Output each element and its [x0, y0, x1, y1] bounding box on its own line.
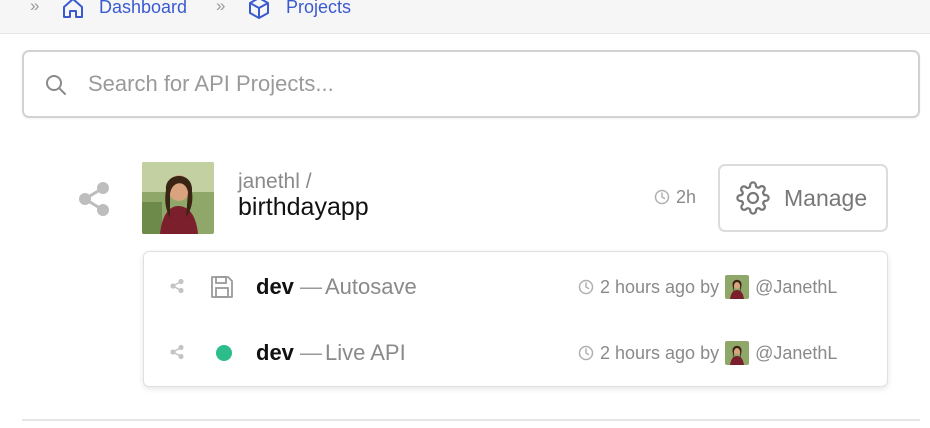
version-env: dev [256, 274, 294, 299]
version-env: dev [256, 340, 294, 365]
version-time: 2 hours ago by [600, 276, 720, 297]
version-dash: — [300, 340, 322, 365]
breadcrumb-projects-link[interactable]: Projects [286, 0, 351, 18]
version-meta: 2 hours ago by @JanethL [578, 341, 837, 365]
breadcrumb-separator: » [30, 0, 40, 15]
share-icon[interactable] [168, 277, 186, 295]
clock-icon [654, 189, 670, 205]
manage-button[interactable]: Manage [718, 164, 888, 232]
live-status-dot [216, 345, 232, 361]
clock-icon [578, 345, 594, 361]
owner-avatar[interactable] [142, 162, 214, 234]
version-time: 2 hours ago by [600, 342, 720, 363]
version-row-autosave[interactable]: dev — Autosave 2 hours ago by @JanethL [144, 252, 887, 318]
version-user-link[interactable]: @JanethL [755, 343, 837, 364]
share-icon[interactable] [76, 180, 112, 218]
project-updated: 2h [654, 186, 696, 208]
version-meta: 2 hours ago by @JanethL [578, 275, 837, 299]
breadcrumb: » Dashboard » Projects [0, 0, 930, 34]
version-row-live[interactable]: dev — Live API 2 hours ago by @JanethL [144, 318, 887, 384]
search-input[interactable] [88, 66, 888, 102]
version-kind: Live API [325, 340, 406, 365]
save-icon [211, 276, 233, 298]
divider [22, 419, 920, 421]
version-dash: — [300, 274, 322, 299]
version-user-link[interactable]: @JanethL [755, 277, 837, 298]
project-owner[interactable]: janethl / [238, 170, 312, 194]
gear-icon [736, 181, 770, 215]
project-versions-list: dev — Autosave 2 hours ago by @JanethL d… [143, 251, 888, 387]
version-kind: Autosave [325, 274, 417, 299]
project-updated-time: 2h [676, 186, 697, 207]
cube-icon [249, 0, 269, 19]
user-avatar[interactable] [725, 275, 750, 299]
project-name[interactable]: birthdayapp [238, 193, 369, 222]
share-icon[interactable] [168, 343, 186, 361]
manage-button-label: Manage [784, 184, 868, 211]
breadcrumb-dashboard-link[interactable]: Dashboard [99, 0, 187, 18]
clock-icon [578, 279, 594, 295]
search-box[interactable] [22, 50, 920, 118]
home-icon [63, 0, 83, 18]
search-icon [46, 75, 66, 95]
breadcrumb-separator: » [216, 0, 226, 15]
user-avatar[interactable] [725, 341, 750, 365]
